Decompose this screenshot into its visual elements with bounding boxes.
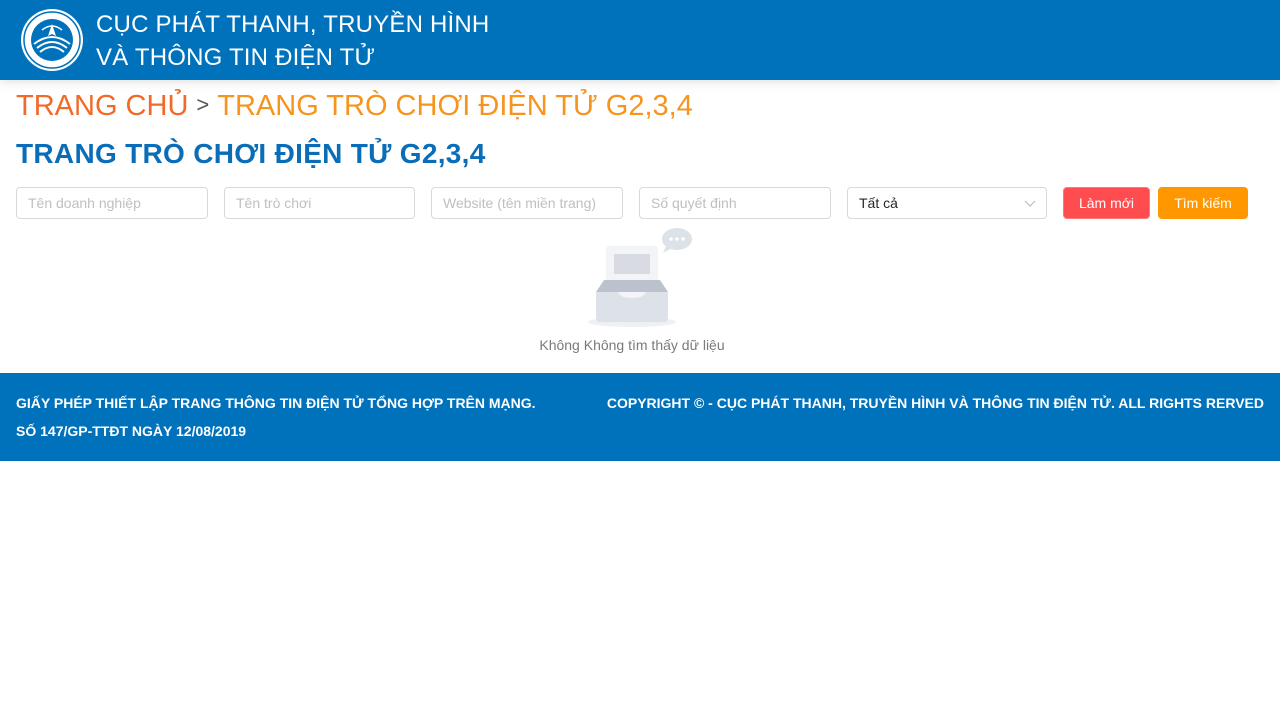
footer-license-line2: SỐ 147/GP-TTĐT NGÀY 12/08/2019 (16, 423, 247, 439)
site-title: CỤC PHÁT THANH, TRUYỀN HÌNH VÀ THÔNG TIN… (96, 8, 489, 74)
breadcrumb-separator: > (196, 92, 210, 117)
ministry-emblem-icon[interactable] (20, 8, 84, 72)
site-title-line1: CỤC PHÁT THANH, TRUYỀN HÌNH (96, 11, 490, 38)
footer-license-line1: GIẤY PHÉP THIẾT LẬP TRANG THÔNG TIN ĐIỆN… (16, 395, 536, 411)
reset-button[interactable]: Làm mới (1063, 187, 1150, 219)
website-input[interactable] (431, 187, 623, 219)
company-name-input[interactable] (16, 187, 208, 219)
site-header: CỤC PHÁT THANH, TRUYỀN HÌNH VÀ THÔNG TIN… (0, 0, 1280, 80)
footer-copyright: COPYRIGHT © - CỤC PHÁT THANH, TRUYỀN HÌN… (606, 395, 1264, 411)
breadcrumb-home-link[interactable]: TRANG CHỦ (16, 90, 188, 122)
search-button[interactable]: Tìm kiếm (1158, 187, 1248, 219)
chevron-down-icon (1024, 200, 1036, 207)
status-select-value: Tất cả (859, 195, 898, 211)
page-title: TRANG TRÒ CHƠI ĐIỆN TỬ G2,3,4 (16, 138, 486, 169)
site-title-line2: VÀ THÔNG TIN ĐIỆN TỬ (96, 44, 376, 71)
game-name-input[interactable] (224, 187, 415, 219)
empty-message: Không Không tìm thấy dữ liệu (539, 337, 725, 353)
empty-inbox-icon (588, 228, 692, 327)
footer-license: GIẤY PHÉP THIẾT LẬP TRANG THÔNG TIN ĐIỆN… (16, 389, 536, 445)
decision-number-input[interactable] (639, 187, 831, 219)
breadcrumb-current: TRANG TRÒ CHƠI ĐIỆN TỬ G2,3,4 (217, 90, 693, 122)
breadcrumb: TRANG CHỦ > TRANG TRÒ CHƠI ĐIỆN TỬ G2,3,4 (16, 88, 693, 126)
status-select[interactable]: Tất cả (847, 187, 1047, 219)
site-footer: GIẤY PHÉP THIẾT LẬP TRANG THÔNG TIN ĐIỆN… (0, 373, 1280, 461)
